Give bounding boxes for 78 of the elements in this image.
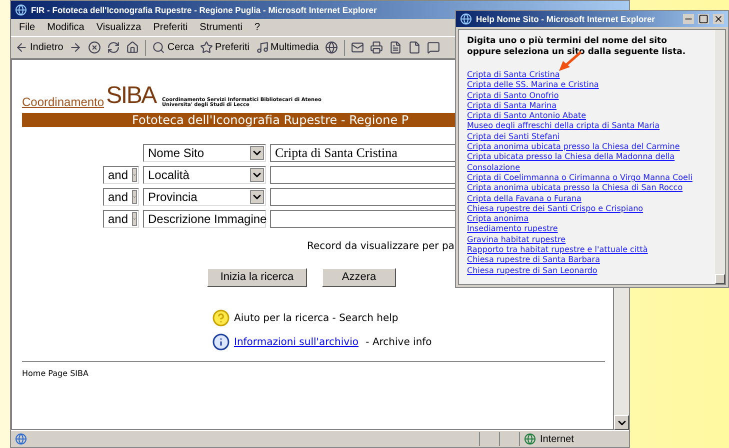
toolbar-button[interactable] [107,41,120,54]
zone-label: Internet [540,432,574,446]
site-link[interactable]: Rapporto tra habitat rupestre e l'attuale città [467,245,648,256]
site-link[interactable]: Cripta di Santo Antonio Abate [467,111,586,122]
field-select[interactable]: Descrizione Immagine [143,210,266,228]
close-icon[interactable] [713,14,724,24]
toolbar-button[interactable] [324,41,338,54]
site-link[interactable]: Cripta anonima ubicata presso la Chiesa di San Rocco [467,183,683,194]
help-icon [212,309,230,327]
menu-item[interactable]: Strumenti [200,20,242,35]
operator-select[interactable]: and [103,166,139,184]
site-link[interactable]: Gravina habitat rupestre [467,234,566,246]
site-link[interactable]: Cripta della Favana o Furana [467,194,582,204]
form-button[interactable]: Azzera [322,268,396,287]
site-link[interactable]: Cripta dei Santi Stefani [467,132,560,142]
mail-icon [350,41,364,54]
site-link[interactable]: Insediamento rupestre [467,224,558,235]
back-arrow-icon [15,41,28,54]
stop-icon [88,41,102,54]
toolbar-button[interactable] [370,41,383,54]
window-title: Help Nome Sito - Microsoft Internet Explorer [476,12,656,26]
footer-link[interactable]: Home Page SIBA [22,368,88,380]
site-link[interactable]: Cripta di Santa Marina [467,100,557,112]
site-link[interactable]: Cripta delle SS. Marina e Cristina [467,80,599,91]
operator-select[interactable]: and [103,188,139,206]
menu-item[interactable]: ? [254,20,260,35]
page-icon [408,41,421,54]
toolbar-button[interactable] [350,41,364,54]
menu-item[interactable]: Preferiti [153,20,188,35]
logo-prefix: Coordinamento [22,96,104,108]
logo-wordmark: SIBA [106,84,156,108]
field-select[interactable]: Località [143,166,266,184]
toolbar-button[interactable] [88,41,102,54]
minimize-icon[interactable] [683,14,694,24]
site-link[interactable]: Chiesa rupestre di San Leonardo [467,266,598,276]
music-icon [256,41,268,54]
refresh-icon [107,41,120,54]
menu-item[interactable]: Visualizza [96,20,142,35]
browser-icon [460,13,472,25]
document-icon [388,41,402,54]
field-select[interactable]: Nome Sito [143,144,266,162]
toolbar-button[interactable] [408,41,421,54]
record-label: Record da visualizzare per pa [307,240,454,254]
site-link[interactable]: Cripta di Santa Cristina [467,70,560,80]
page-icon [15,433,27,445]
site-link[interactable]: Cripta di Santo Onofrio [467,90,559,101]
site-link[interactable]: Cripta anonima [467,214,529,224]
help-text: Aiuto per la ricerca - Search help [234,312,398,326]
star-icon [200,41,214,54]
form-button[interactable]: Inizia la ricerca [207,268,307,287]
forward-arrow-icon [69,41,82,54]
browser-icon [15,4,27,16]
archive-info-link[interactable]: Informazioni sull'archivio [234,334,358,350]
maximize-icon[interactable] [698,14,709,24]
toolbar-button[interactable]: Multimedia [256,40,319,55]
site-link[interactable]: Cripta di Coelimmanna o Cirimanna o Virgo Manna Coeli [467,172,692,184]
toolbar-button[interactable]: Preferiti [200,40,250,55]
site-link[interactable]: Chiesa rupestre dei Santi Crispo e Crispiano [467,204,644,214]
help-text: - Archive info [364,336,432,350]
home-icon [126,41,140,54]
toolbar-button[interactable] [426,41,440,54]
search-icon [152,41,166,54]
field-select[interactable]: Provincia [143,188,266,206]
printer-icon [370,41,383,54]
toolbar-button[interactable] [126,41,140,54]
toolbar-button[interactable] [388,41,402,54]
info-icon [212,333,230,351]
operator-select[interactable]: and [103,210,139,228]
toolbar-button[interactable]: Indietro [15,40,64,55]
toolbar-button[interactable] [69,41,82,54]
toolbar-button[interactable]: Cerca [152,40,194,55]
menu-item[interactable]: Modifica [47,20,84,35]
globe-icon [324,41,338,54]
globe-icon [524,433,536,445]
window-title: FIR - Fototeca dell'Iconografia Rupestre - Regione Puglia - Microsoft Internet Explorer [31,4,377,16]
site-link[interactable]: Chiesa rupestre di Santa Barbara [467,255,600,266]
menu-item[interactable]: File [19,20,36,35]
speech-bubble-icon [426,41,440,54]
